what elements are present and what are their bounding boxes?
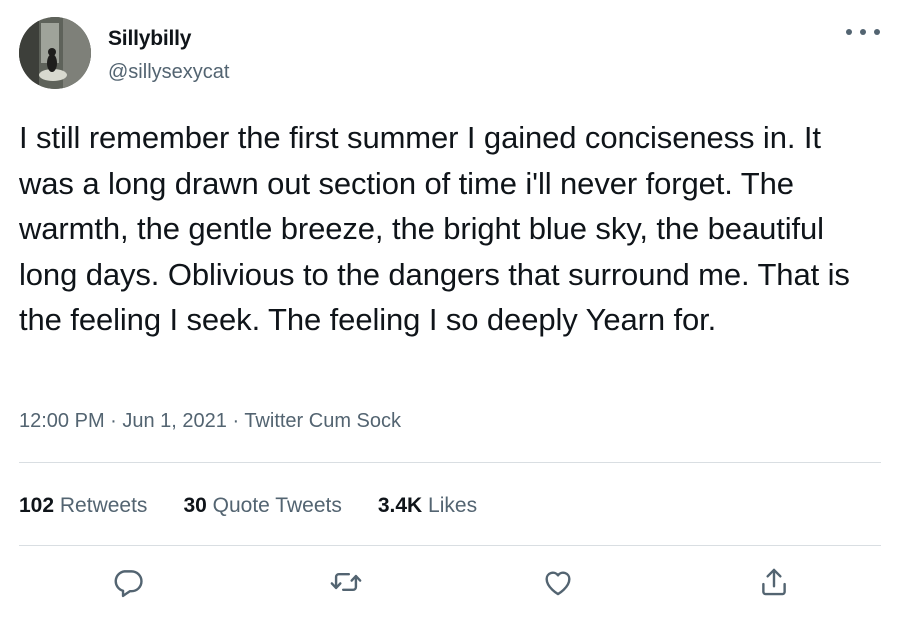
retweet-icon[interactable] xyxy=(329,565,363,599)
cat-photo-avatar-icon xyxy=(19,17,91,89)
user-handle[interactable]: @sillysexycat xyxy=(108,61,229,84)
engagement-stats: 102 Retweets 30 Quote Tweets 3.4K Likes xyxy=(19,494,477,518)
action-bar xyxy=(0,565,900,605)
reply-icon[interactable] xyxy=(111,565,145,599)
display-name[interactable]: Sillybilly xyxy=(108,27,191,51)
more-options-icon[interactable] xyxy=(846,22,880,42)
quote-tweets-count: 30 xyxy=(183,494,207,517)
avatar[interactable] xyxy=(19,17,91,89)
retweets-label: Retweets xyxy=(59,494,148,517)
quote-tweets-stat[interactable]: 30 Quote Tweets xyxy=(183,494,341,518)
quote-tweets-label: Quote Tweets xyxy=(212,494,342,517)
tweet-timestamp-source[interactable]: 12:00 PM · Jun 1, 2021 · Twitter Cum Soc… xyxy=(19,410,401,433)
share-icon[interactable] xyxy=(757,565,791,599)
divider xyxy=(19,545,881,546)
likes-count: 3.4K xyxy=(377,494,423,517)
divider xyxy=(19,462,881,463)
retweets-stat[interactable]: 102 Retweets xyxy=(19,494,147,518)
retweets-count: 102 xyxy=(19,494,55,517)
tweet-text: I still remember the first summer I gain… xyxy=(19,120,850,337)
more-dot xyxy=(874,29,880,35)
more-dot xyxy=(860,29,866,35)
likes-stat[interactable]: 3.4K Likes xyxy=(378,494,477,518)
more-dot xyxy=(846,29,852,35)
like-icon[interactable] xyxy=(541,565,575,599)
likes-label: Likes xyxy=(428,494,478,517)
